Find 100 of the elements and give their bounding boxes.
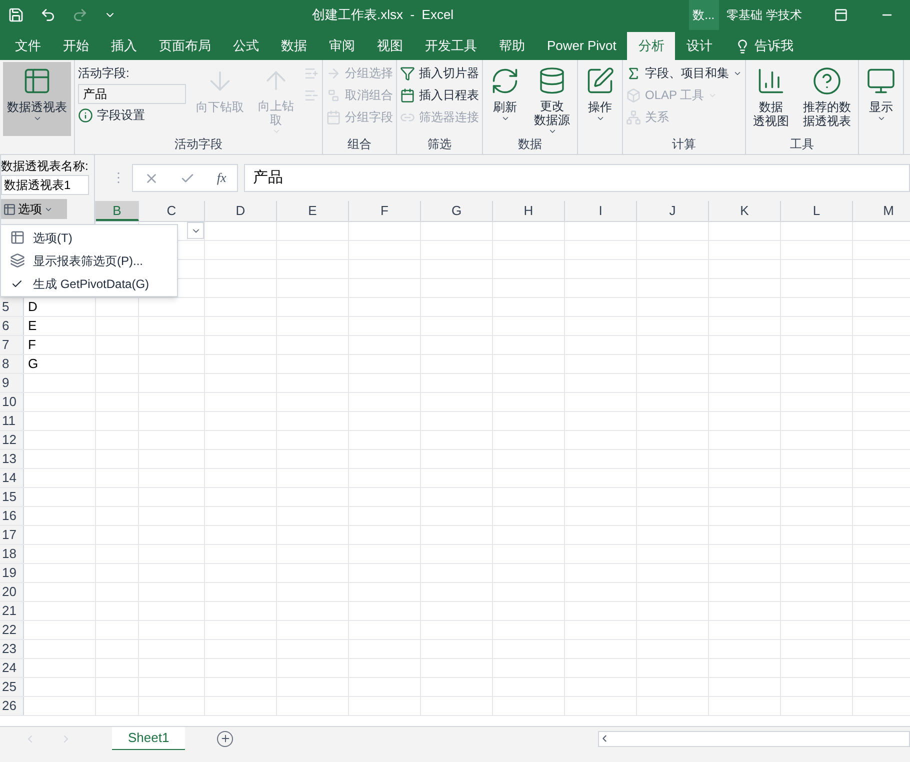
ribbon-button[interactable]: 插入切片器 [400,62,479,84]
menu-item[interactable]: 选项(T) [1,226,177,249]
add-sheet-button[interactable] [217,730,234,746]
row-header: 21 [2,603,16,618]
ribbon-button[interactable]: 操作 [581,62,619,136]
bar-chart-icon [756,66,786,96]
table-cell: E [28,318,37,333]
network-icon [626,110,641,124]
row-header: 25 [2,679,16,694]
column-header[interactable]: H [493,201,565,221]
row-header: 10 [2,394,16,409]
ribbon-display-icon[interactable] [834,8,848,22]
horizontal-scrollbar[interactable] [598,730,910,746]
column-header[interactable]: I [565,201,637,221]
ungroup-icon [326,88,341,102]
undo-icon[interactable] [40,7,56,23]
ribbon-button[interactable]: 插入日程表 [400,84,479,106]
ribbon-tab[interactable]: 页面布局 [148,32,222,60]
ribbon-button[interactable]: 字段、项目和集 [626,62,742,84]
ribbon-tab[interactable]: 设计 [675,32,724,60]
row-header: 23 [2,641,16,656]
column-header[interactable]: C [139,201,205,221]
ribbon-button[interactable]: 数据 透视图 [749,62,793,136]
row-header: 12 [2,432,16,447]
sheet-tab[interactable]: Sheet1 [112,726,186,750]
row-header: 9 [2,375,10,390]
row-header: 18 [2,546,16,561]
separator-icon: ⋮ [112,168,132,188]
row-header: 13 [2,451,16,466]
ribbon-button[interactable]: 数据透视表 [3,62,71,136]
ribbon-tab[interactable]: 开发工具 [414,32,488,60]
account-name[interactable]: 零基础 学技术 [726,6,802,24]
ribbon-tab[interactable]: 视图 [366,32,414,60]
ribbon-tab[interactable]: 开始 [52,32,100,60]
row-header: 15 [2,489,16,504]
group-label: 筛选 [428,136,452,152]
row-header: 16 [2,508,16,523]
list-minus-icon [304,88,319,102]
plus-icon [220,733,231,744]
menu-item[interactable]: 生成 GetPivotData(G) [1,272,177,295]
ribbon-tab[interactable]: 帮助 [488,32,536,60]
ribbon-button[interactable]: 刷新 [486,62,524,136]
group-label: 工具 [790,136,814,152]
row-header: 20 [2,584,16,599]
arrow-right-icon [326,66,341,80]
column-header[interactable]: E [277,201,349,221]
row-header: 8 [2,356,10,371]
info-icon [78,108,93,122]
table-cell: D [28,299,38,314]
group-label: 活动字段 [174,136,222,152]
field-label: 活动字段: [78,65,130,82]
ribbon-tab[interactable]: 审阅 [318,32,366,60]
group-label: 数据 [518,136,542,152]
row-header: 11 [2,413,16,428]
row-header: 22 [2,622,16,637]
ribbon-button[interactable]: 更改 数据源 [530,62,574,136]
row-header: 7 [2,337,10,352]
column-header[interactable]: D [205,201,277,221]
ribbon-button[interactable]: 字段设置 [78,104,186,126]
filter-icon [400,66,415,80]
column-header[interactable]: B [96,201,139,221]
column-header[interactable]: M [853,201,910,221]
ribbon-tab[interactable]: 数据 [270,32,318,60]
group-label: 组合 [348,136,372,152]
table-cell: F [28,337,36,352]
menu-item[interactable]: 显示报表筛选页(P)... [1,249,177,272]
save-icon[interactable] [8,7,24,23]
ribbon-tab[interactable]: 插入 [100,32,148,60]
pages-icon [10,253,24,268]
refresh-icon [490,66,520,96]
sigma-icon [626,66,641,80]
row-header: 24 [2,660,16,675]
pivot-name-input[interactable]: 数据透视表1 [1,175,89,195]
row-header: 6 [2,318,10,333]
tell-me-search[interactable]: 告诉我 [754,36,794,56]
column-header[interactable]: G [421,201,493,221]
table-icon [10,230,24,245]
column-header[interactable]: J [637,201,709,221]
column-header[interactable]: K [709,201,781,221]
column-header[interactable]: F [349,201,421,221]
table-icon [3,202,16,216]
column-header[interactable]: L [781,201,853,221]
row-header: 5 [2,299,10,314]
search-box[interactable]: 数... [688,0,719,30]
ribbon-button[interactable]: 推荐的数 据透视表 [799,62,855,136]
formula-input[interactable]: 产品 [244,164,910,192]
ribbon-button[interactable]: 显示 [862,62,900,136]
database-icon [537,66,567,96]
function-icon[interactable]: fx [216,168,226,188]
group-label: 计算 [672,136,696,152]
filter-dropdown-button[interactable] [187,222,204,239]
ribbon-tab[interactable]: 分析 [627,32,676,60]
ribbon-tab[interactable]: Power Pivot [536,32,628,60]
ribbon-tab[interactable]: 文件 [4,32,52,60]
edit-icon [585,66,615,96]
active-field-input[interactable]: 产品 [78,84,186,104]
ribbon-tab[interactable]: 公式 [222,32,270,60]
options-dropdown-button[interactable]: 选项 [1,199,67,219]
window-title: 创建工作表.xlsx - Excel [312,6,454,24]
calendar-icon [400,88,415,102]
